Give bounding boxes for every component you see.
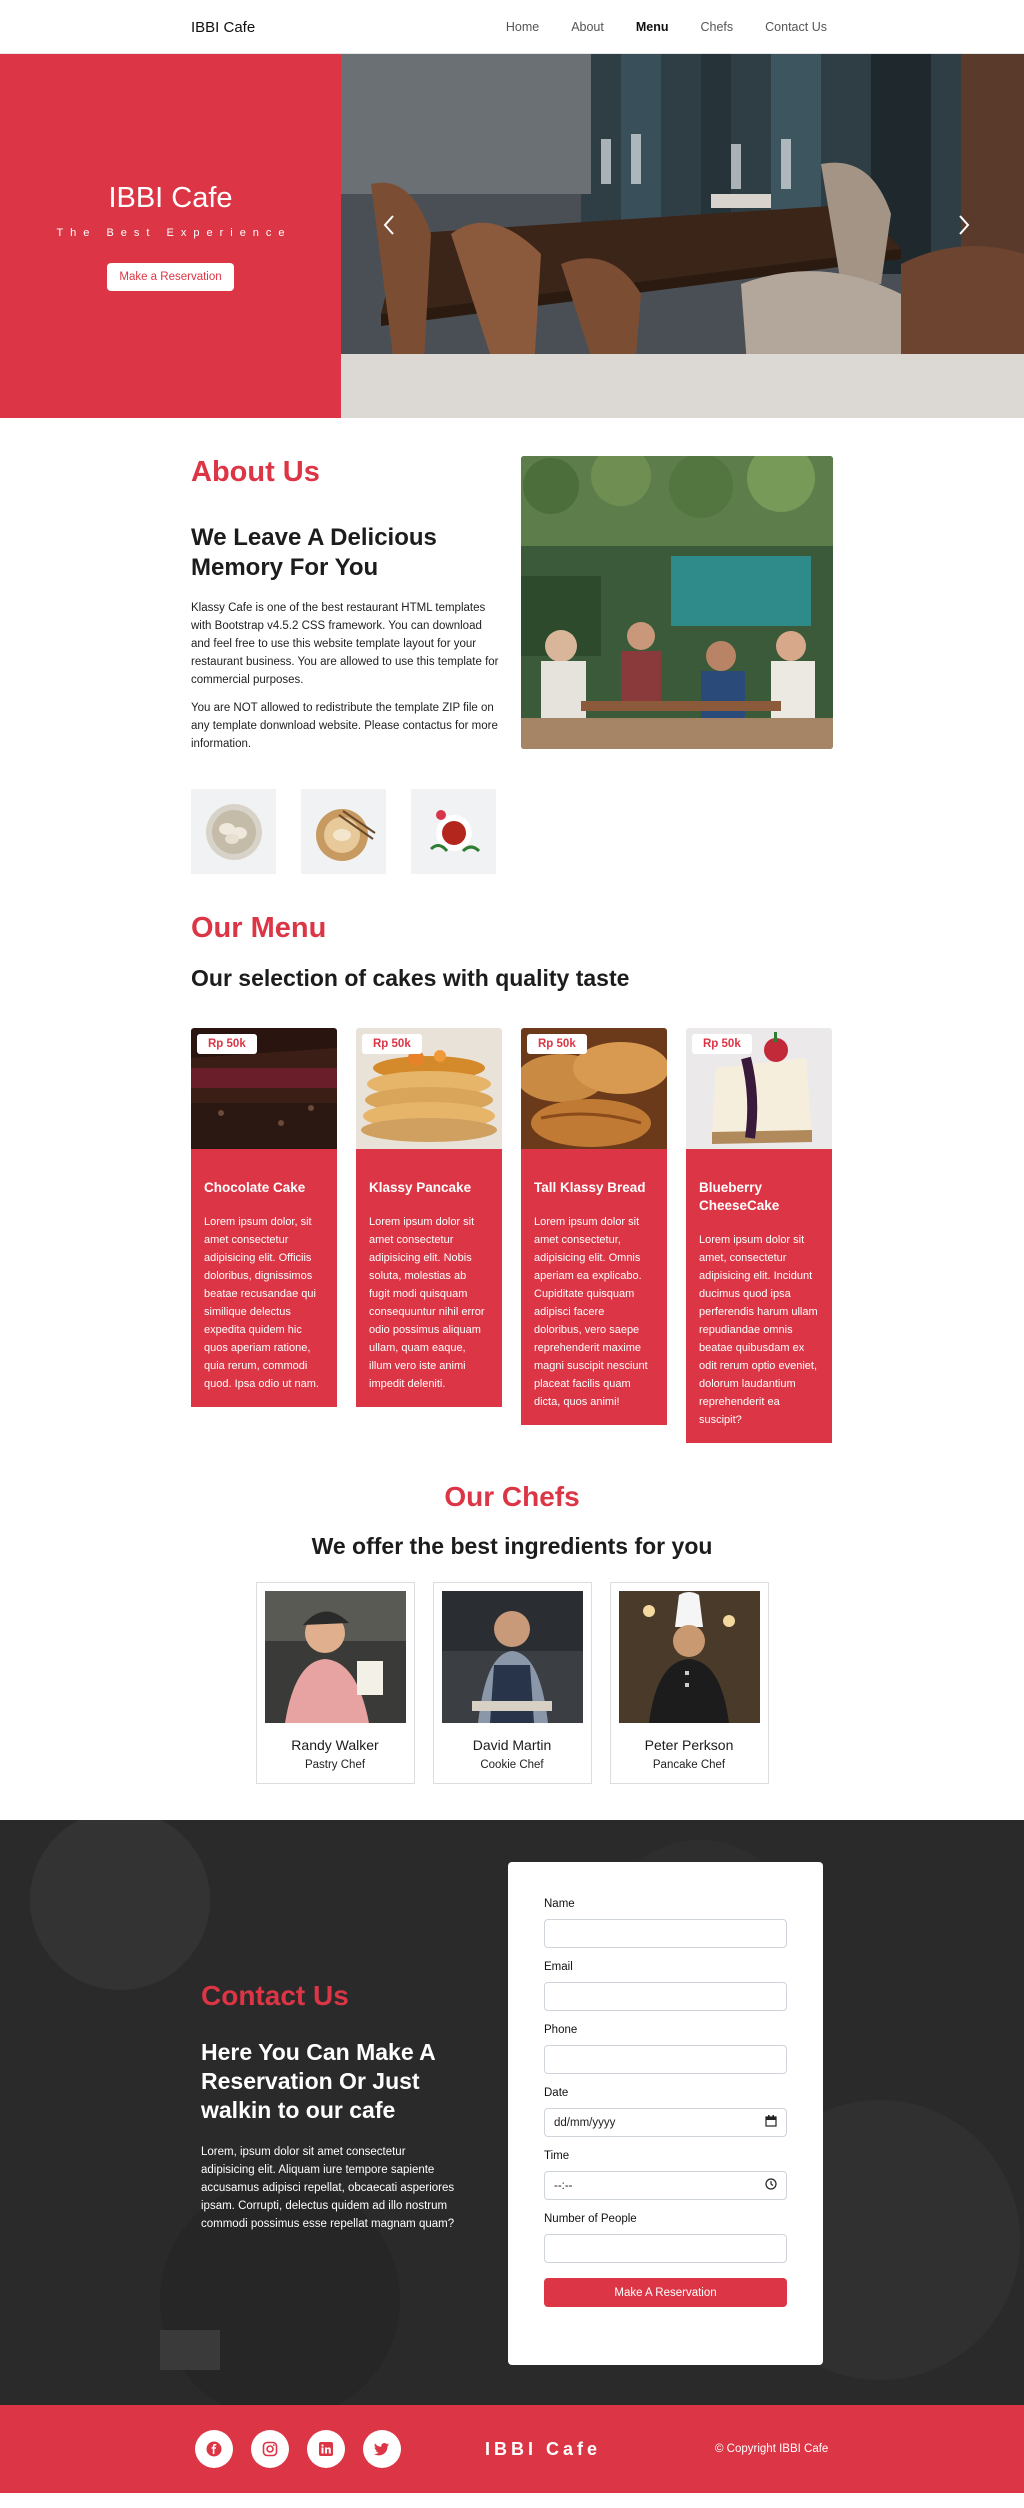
- about-paragraph: Klassy Cafe is one of the best restauran…: [191, 602, 499, 686]
- chef-photo: [264, 1591, 406, 1723]
- social-links: [195, 2430, 401, 2468]
- nav-home[interactable]: Home: [490, 20, 555, 34]
- brand-logo[interactable]: IBBI Cafe: [191, 19, 255, 36]
- menu-card[interactable]: Rp 50k Tall Klassy Bread Lorem ipsum dol…: [521, 1028, 667, 1425]
- chefs-subtitle: We offer the best ingredients for you: [311, 1533, 713, 1559]
- date-value: dd/mm/yyyy: [554, 2116, 616, 2129]
- time-label: Time: [544, 2150, 570, 2162]
- hero: IBBI Cafe The Best Experience Make a Res…: [0, 54, 1024, 418]
- chef-card[interactable]: Peter Perkson Pancake Chef: [609, 1582, 769, 1784]
- chef-card[interactable]: David Martin Cookie Chef: [432, 1582, 592, 1784]
- thumbnail-gallery: [191, 789, 833, 874]
- twitter-icon[interactable]: [363, 2430, 401, 2468]
- time-input[interactable]: --:--: [544, 2171, 787, 2200]
- date-label: Date: [544, 2087, 569, 2099]
- contact-title: Contact Us: [201, 1980, 349, 2011]
- copyright-text: © Copyright IBBI Cafe: [715, 2443, 829, 2455]
- about-section: About Us We Leave A Delicious Memory For…: [0, 418, 1024, 874]
- facebook-icon[interactable]: [195, 2430, 233, 2468]
- chef-role: Pancake Chef: [652, 1759, 726, 1771]
- name-input[interactable]: [544, 1919, 787, 1948]
- menu-item-name: Klassy Pancake: [369, 1180, 472, 1195]
- chef-photo: [441, 1591, 583, 1723]
- menu-subtitle: Our selection of cakes with quality tast…: [191, 965, 630, 991]
- clock-icon[interactable]: [765, 2178, 777, 2193]
- chef-cards: Randy Walker Pastry Chef David Martin Co…: [191, 1582, 833, 1784]
- contact-section: Contact Us Here You Can Make A Reservati…: [0, 1820, 1024, 2405]
- bread-photo: Rp 50k: [521, 1028, 667, 1149]
- navbar: IBBI Cafe Home About Menu Chefs Contact …: [0, 0, 1024, 54]
- submit-reservation-button[interactable]: Make A Reservation: [544, 2278, 787, 2307]
- menu-card[interactable]: Rp 50k Blueberry CheeseCake Lorem ipsum …: [686, 1028, 832, 1443]
- people-input[interactable]: [544, 2234, 787, 2263]
- price-badge: Rp 50k: [527, 1034, 587, 1054]
- dumplings-chopsticks-thumbnail[interactable]: [301, 789, 386, 874]
- menu-item-description: Lorem ipsum dolor, sit amet consectetur …: [204, 1216, 319, 1390]
- email-label: Email: [544, 1961, 573, 1973]
- contact-heading: Here You Can Make A Reservation Or Just …: [201, 2039, 435, 2123]
- phone-label: Phone: [544, 2024, 578, 2036]
- chef-name: David Martin: [472, 1737, 552, 1753]
- contact-paragraph: Lorem, ipsum dolor sit amet consectetur …: [201, 2146, 455, 2230]
- cafe-interior-photo: [521, 456, 833, 749]
- pancake-photo: Rp 50k: [356, 1028, 502, 1149]
- cheesecake-photo: Rp 50k: [686, 1028, 832, 1149]
- instagram-icon[interactable]: [251, 2430, 289, 2468]
- nav-chefs[interactable]: Chefs: [685, 20, 750, 34]
- price-badge: Rp 50k: [197, 1034, 257, 1054]
- menu-section: Our Menu Our selection of cakes with qua…: [0, 874, 1024, 1443]
- about-paragraph: You are NOT allowed to redistribute the …: [191, 702, 498, 750]
- chef-role: Cookie Chef: [480, 1759, 544, 1771]
- menu-card[interactable]: Rp 50k Chocolate Cake Lorem ipsum dolor,…: [191, 1028, 337, 1407]
- nav-menu[interactable]: Menu: [620, 20, 685, 34]
- make-reservation-button[interactable]: Make a Reservation: [107, 262, 234, 291]
- phone-input[interactable]: [544, 2045, 787, 2074]
- about-heading: We Leave A Delicious Memory For You: [191, 524, 437, 581]
- menu-card[interactable]: Rp 50k Klassy Pancake Lorem ipsum dolor …: [356, 1028, 502, 1407]
- chefs-title: Our Chefs: [444, 1481, 580, 1512]
- about-title: About Us: [191, 456, 320, 488]
- linkedin-icon[interactable]: [307, 2430, 345, 2468]
- carousel-prev-icon[interactable]: [383, 214, 407, 254]
- reservation-form: Name Email Phone Date dd/mm/yyyy Time --…: [508, 1862, 823, 2365]
- menu-item-description: Lorem ipsum dolor sit amet consectetur, …: [534, 1216, 648, 1408]
- people-label: Number of People: [544, 2213, 637, 2225]
- menu-item-name: Blueberry CheeseCake: [699, 1180, 780, 1213]
- nav-contact[interactable]: Contact Us: [749, 20, 833, 34]
- hero-title: IBBI Cafe: [108, 181, 233, 214]
- chef-card[interactable]: Randy Walker Pastry Chef: [255, 1582, 415, 1784]
- calendar-icon[interactable]: [765, 2115, 777, 2130]
- email-input[interactable]: [544, 1982, 787, 2011]
- dumplings-thumbnail[interactable]: [191, 789, 276, 874]
- price-badge: Rp 50k: [692, 1034, 752, 1054]
- chocolate-cake-photo: Rp 50k: [191, 1028, 337, 1149]
- menu-title: Our Menu: [191, 912, 327, 944]
- hero-tagline: The Best Experience: [56, 226, 292, 239]
- time-value: --:--: [554, 2179, 573, 2192]
- menu-item-name: Tall Klassy Bread: [534, 1180, 646, 1195]
- footer-brand: IBBI Cafe: [485, 2438, 602, 2459]
- hero-carousel: [341, 54, 1024, 418]
- menu-item-name: Chocolate Cake: [204, 1180, 306, 1195]
- nav-links: Home About Menu Chefs Contact Us: [490, 20, 833, 34]
- date-input[interactable]: dd/mm/yyyy: [544, 2108, 787, 2137]
- restaurant-photo: [341, 54, 1024, 418]
- price-badge: Rp 50k: [362, 1034, 422, 1054]
- footer: IBBI Cafe © Copyright IBBI Cafe: [0, 2405, 1024, 2493]
- carousel-next-icon[interactable]: [958, 214, 982, 254]
- hero-panel: IBBI Cafe The Best Experience Make a Res…: [0, 54, 341, 418]
- chef-name: Peter Perkson: [644, 1737, 734, 1753]
- menu-cards: Rp 50k Chocolate Cake Lorem ipsum dolor,…: [191, 1028, 833, 1443]
- chefs-section: Our Chefs We offer the best ingredients …: [0, 1443, 1024, 1784]
- chef-photo: [618, 1591, 760, 1723]
- menu-item-description: Lorem ipsum dolor sit amet consectetur a…: [369, 1216, 485, 1390]
- tea-thumbnail[interactable]: [411, 789, 496, 874]
- name-label: Name: [544, 1898, 575, 1910]
- nav-about[interactable]: About: [555, 20, 620, 34]
- menu-item-description: Lorem ipsum dolor sit amet, consectetur …: [699, 1234, 818, 1426]
- chef-role: Pastry Chef: [304, 1759, 366, 1771]
- chef-name: Randy Walker: [291, 1737, 379, 1753]
